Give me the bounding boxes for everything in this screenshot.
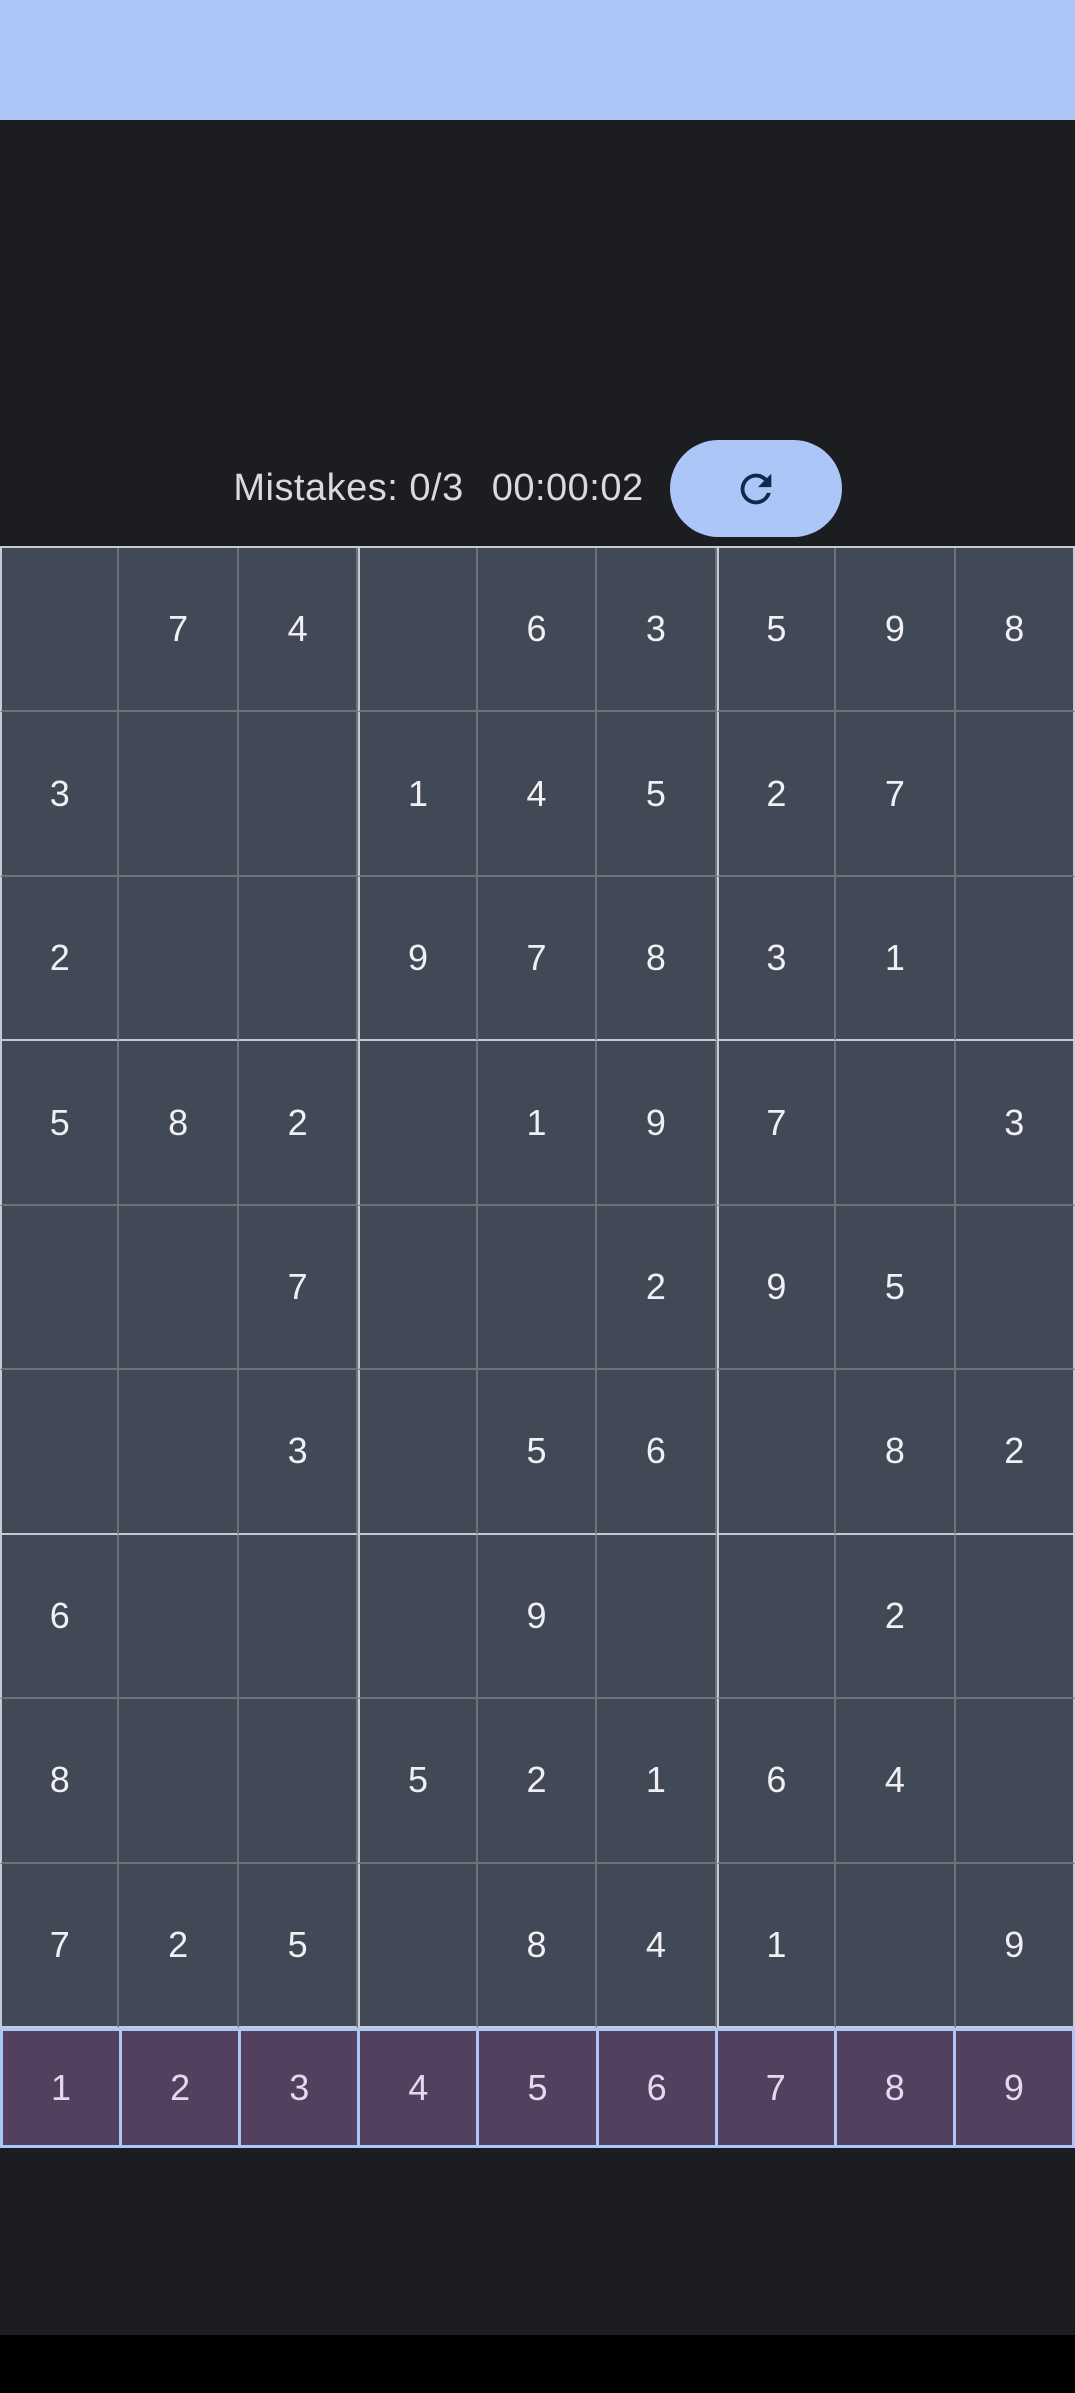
refresh-button[interactable] xyxy=(669,440,842,537)
sudoku-cell[interactable]: 9 xyxy=(716,1205,837,1371)
sudoku-cell[interactable]: 6 xyxy=(477,548,598,713)
sudoku-cell[interactable]: 8 xyxy=(955,548,1075,713)
sudoku-cell[interactable] xyxy=(238,1699,359,1864)
sudoku-cell[interactable]: 7 xyxy=(836,712,956,877)
sudoku-cell[interactable]: 1 xyxy=(836,876,956,1042)
sudoku-cell[interactable]: 2 xyxy=(597,1205,717,1371)
sudoku-cell[interactable]: 2 xyxy=(955,1370,1075,1535)
sudoku-cell[interactable]: 3 xyxy=(597,548,717,713)
number-key-6[interactable]: 6 xyxy=(598,2031,718,2145)
sudoku-cell[interactable] xyxy=(358,1863,478,2028)
sudoku-cell[interactable]: 8 xyxy=(836,1370,956,1535)
sudoku-cell[interactable]: 8 xyxy=(597,876,717,1042)
sudoku-cell[interactable]: 9 xyxy=(358,876,478,1042)
sudoku-cell[interactable] xyxy=(955,1205,1075,1371)
sudoku-cell[interactable]: 4 xyxy=(238,548,359,713)
sudoku-cell[interactable]: 1 xyxy=(358,712,478,877)
sudoku-cell[interactable] xyxy=(836,1863,956,2028)
sudoku-cell[interactable]: 7 xyxy=(716,1041,837,1206)
sudoku-cell[interactable] xyxy=(238,876,359,1042)
sudoku-cell[interactable] xyxy=(955,1699,1075,1864)
refresh-icon xyxy=(740,473,771,504)
sudoku-cell[interactable]: 3 xyxy=(238,1370,359,1535)
sudoku-cell[interactable]: 2 xyxy=(477,1699,598,1864)
sudoku-cell[interactable] xyxy=(119,1699,239,1864)
sudoku-cell[interactable]: 1 xyxy=(716,1863,837,2028)
sudoku-cell[interactable]: 7 xyxy=(477,876,598,1042)
sudoku-cell[interactable]: 6 xyxy=(0,1534,120,1700)
sudoku-cell[interactable]: 2 xyxy=(119,1863,239,2028)
sudoku-cell[interactable]: 6 xyxy=(716,1699,837,1864)
sudoku-cell[interactable] xyxy=(0,1205,120,1371)
system-navigation-bar xyxy=(0,2335,1075,2393)
sudoku-cell[interactable]: 7 xyxy=(119,548,239,713)
sudoku-cell[interactable] xyxy=(358,1370,478,1535)
sudoku-cell[interactable]: 9 xyxy=(597,1041,717,1206)
sudoku-cell[interactable]: 4 xyxy=(836,1699,956,1864)
number-key-2[interactable]: 2 xyxy=(122,2031,242,2145)
number-key-7[interactable]: 7 xyxy=(717,2031,837,2145)
sudoku-cell[interactable] xyxy=(0,1370,120,1535)
sudoku-cell[interactable] xyxy=(238,1534,359,1700)
number-key-9[interactable]: 9 xyxy=(955,2031,1075,2145)
status-row: Mistakes: 0/3 00:00:02 xyxy=(0,440,1075,537)
sudoku-cell[interactable]: 4 xyxy=(597,1863,717,2028)
number-key-5[interactable]: 5 xyxy=(479,2031,599,2145)
sudoku-cell[interactable] xyxy=(836,1041,956,1206)
sudoku-cell[interactable]: 8 xyxy=(119,1041,239,1206)
sudoku-cell[interactable]: 5 xyxy=(836,1205,956,1371)
sudoku-cell[interactable] xyxy=(119,712,239,877)
sudoku-cell[interactable]: 9 xyxy=(477,1534,598,1700)
sudoku-cell[interactable]: 3 xyxy=(0,712,120,877)
sudoku-cell[interactable]: 5 xyxy=(0,1041,120,1206)
sudoku-cell[interactable]: 5 xyxy=(238,1863,359,2028)
number-pad: 123456789 xyxy=(0,2028,1075,2148)
sudoku-board: 7463598314527297831582197372953568269285… xyxy=(0,546,1075,2028)
sudoku-cell[interactable]: 5 xyxy=(597,712,717,877)
sudoku-cell[interactable] xyxy=(358,1041,478,1206)
sudoku-cell[interactable] xyxy=(238,712,359,877)
sudoku-cell[interactable]: 9 xyxy=(836,548,956,713)
top-app-bar xyxy=(0,0,1075,120)
sudoku-cell[interactable]: 3 xyxy=(716,876,837,1042)
sudoku-cell[interactable]: 2 xyxy=(0,876,120,1042)
sudoku-cell[interactable]: 9 xyxy=(955,1863,1075,2028)
sudoku-cell[interactable] xyxy=(358,548,478,713)
mistakes-counter: Mistakes: 0/3 xyxy=(233,467,464,509)
sudoku-cell[interactable] xyxy=(358,1205,478,1371)
sudoku-cell[interactable] xyxy=(716,1370,837,1535)
sudoku-cell[interactable]: 7 xyxy=(238,1205,359,1371)
sudoku-cell[interactable]: 2 xyxy=(238,1041,359,1206)
sudoku-cell[interactable]: 8 xyxy=(477,1863,598,2028)
sudoku-cell[interactable] xyxy=(597,1534,717,1700)
sudoku-cell[interactable] xyxy=(119,876,239,1042)
sudoku-cell[interactable]: 7 xyxy=(0,1863,120,2028)
sudoku-cell[interactable]: 2 xyxy=(716,712,837,877)
sudoku-cell[interactable]: 3 xyxy=(955,1041,1075,1206)
sudoku-cell[interactable]: 6 xyxy=(597,1370,717,1535)
sudoku-cell[interactable] xyxy=(119,1534,239,1700)
sudoku-cell[interactable]: 4 xyxy=(477,712,598,877)
sudoku-cell[interactable]: 1 xyxy=(477,1041,598,1206)
sudoku-cell[interactable]: 2 xyxy=(836,1534,956,1700)
sudoku-cell[interactable]: 1 xyxy=(597,1699,717,1864)
sudoku-cell[interactable] xyxy=(119,1370,239,1535)
sudoku-cell[interactable] xyxy=(716,1534,837,1700)
sudoku-cell[interactable]: 5 xyxy=(716,548,837,713)
sudoku-cell[interactable]: 5 xyxy=(358,1699,478,1864)
sudoku-cell[interactable] xyxy=(119,1205,239,1371)
sudoku-cell[interactable]: 5 xyxy=(477,1370,598,1535)
sudoku-cell[interactable] xyxy=(477,1205,598,1371)
number-key-3[interactable]: 3 xyxy=(241,2031,361,2145)
sudoku-cell[interactable] xyxy=(955,712,1075,877)
number-key-1[interactable]: 1 xyxy=(3,2031,123,2145)
sudoku-cell[interactable] xyxy=(358,1534,478,1700)
sudoku-cell[interactable] xyxy=(0,548,120,713)
number-key-8[interactable]: 8 xyxy=(836,2031,956,2145)
number-key-4[interactable]: 4 xyxy=(360,2031,480,2145)
sudoku-cell[interactable] xyxy=(955,1534,1075,1700)
sudoku-cell[interactable] xyxy=(955,876,1075,1042)
game-timer: 00:00:02 xyxy=(491,467,644,509)
sudoku-cell[interactable]: 8 xyxy=(0,1699,120,1864)
